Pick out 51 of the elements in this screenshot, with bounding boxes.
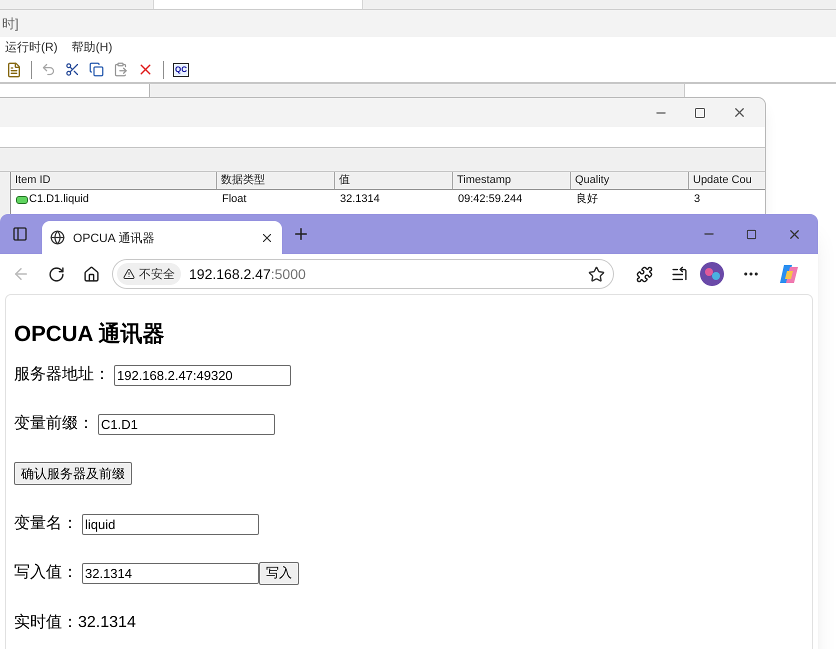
column-header[interactable]: 值 (339, 172, 350, 189)
field-label: 变量前缀： (14, 414, 94, 434)
page-heading: OPCUA 通讯器 (14, 320, 166, 348)
globe-icon (50, 230, 65, 245)
avatar-icon[interactable] (700, 262, 724, 286)
field-label: 变量名： (14, 514, 78, 534)
column-header[interactable]: 数据类型 (221, 172, 265, 189)
realtime-value: 实时值：32.1314 (14, 612, 136, 633)
url-text: 192.168.2.47:5000 (189, 264, 307, 284)
new-tab-icon[interactable] (292, 225, 310, 243)
browser-tab[interactable]: OPCUA 通讯器 (42, 221, 282, 254)
table-cell-text: 良好 (576, 192, 598, 208)
maximize-icon[interactable] (746, 228, 757, 240)
tag-icon (16, 196, 28, 204)
properties-icon[interactable] (6, 62, 22, 78)
menu-item[interactable]: 运行时(R) (5, 38, 58, 56)
home-icon[interactable] (83, 266, 100, 282)
tab-title: OPCUA 通讯器 (73, 230, 156, 246)
write-button[interactable]: 写入 (259, 562, 299, 584)
table-cell-text: Float (222, 192, 246, 208)
column-header[interactable]: Item ID (15, 172, 50, 189)
security-badge[interactable]: 不安全 (117, 263, 181, 285)
maximize-icon[interactable] (694, 106, 706, 118)
reload-icon[interactable] (48, 266, 65, 282)
table-cell-text: C1.D1.liquid (29, 192, 89, 208)
table-cell-text: 3 (694, 192, 700, 208)
confirm-button[interactable]: 确认服务器及前缀 (14, 462, 132, 486)
input-field[interactable]: C1.D1 (98, 414, 275, 434)
table-cell-text: 32.1314 (340, 192, 380, 208)
menu-item[interactable]: 帮助(H) (72, 38, 112, 56)
input-field[interactable]: 192.168.2.47:49320 (114, 364, 291, 386)
quick-client-button[interactable]: QC (173, 62, 189, 76)
input-field[interactable]: liquid (82, 514, 259, 534)
window-title: 时] (2, 14, 19, 33)
field-label: 写入值： (14, 562, 78, 583)
copy-icon[interactable] (89, 62, 104, 77)
table-cell-text: 09:42:59.244 (458, 192, 522, 208)
paste-icon[interactable] (113, 62, 128, 77)
close-icon[interactable] (732, 105, 747, 120)
extensions-icon[interactable] (636, 266, 653, 282)
column-header[interactable]: Update Cou (693, 172, 752, 189)
cut-icon[interactable] (65, 62, 80, 77)
favorite-icon[interactable] (588, 266, 605, 282)
copilot-icon[interactable] (778, 263, 800, 285)
favorites-icon[interactable] (671, 266, 688, 282)
input-field[interactable]: 32.1314 (82, 562, 259, 584)
column-header[interactable]: Timestamp (457, 172, 511, 189)
address-bar[interactable]: 不安全 192.168.2.47:5000 (112, 259, 614, 289)
field-label: 服务器地址： (14, 364, 110, 385)
sidebar-icon[interactable] (12, 226, 28, 242)
column-header[interactable]: Quality (575, 172, 610, 189)
